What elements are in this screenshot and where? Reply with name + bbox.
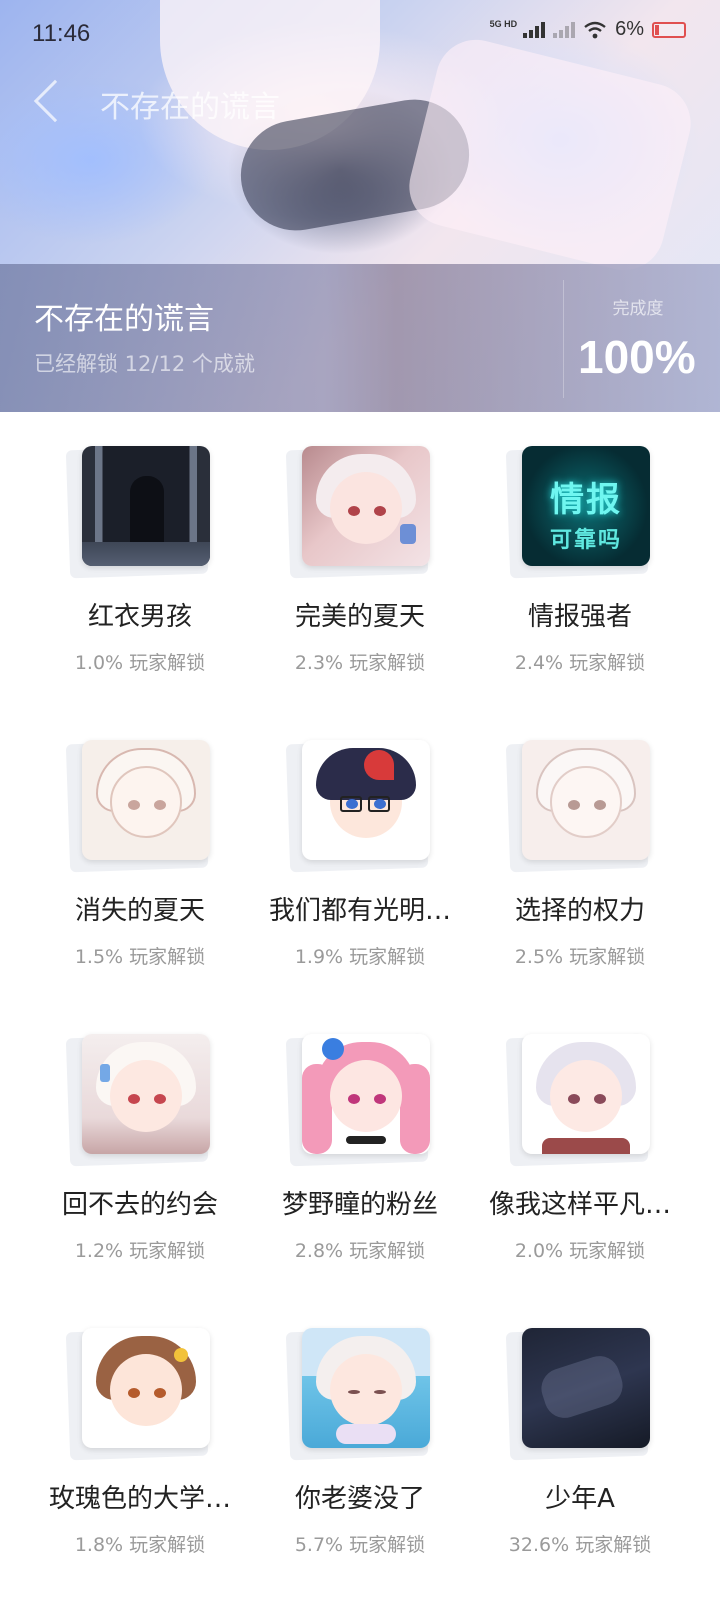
status-icons: 5G HD 6%: [490, 18, 686, 41]
battery-icon: [652, 21, 686, 38]
achievement-thumbnail: [505, 739, 660, 873]
achievement-name: 玫瑰色的大学…: [48, 1484, 231, 1514]
achievement-card[interactable]: 梦野瞳的粉丝 2.8% 玩家解锁: [250, 1000, 470, 1290]
achievement-unlock-rate: 5.7% 玩家解锁: [294, 1534, 426, 1556]
achievement-name: 我们都有光明…: [268, 896, 451, 926]
back-arrow-icon[interactable]: [33, 79, 77, 123]
achievement-unlock-rate: 1.2% 玩家解锁: [74, 1240, 206, 1262]
achievement-card[interactable]: 情报 可靠吗 情报强者 2.4% 玩家解锁: [470, 412, 690, 702]
achievement-unlock-rate: 2.8% 玩家解锁: [294, 1240, 426, 1262]
dark-window-ghost-icon: [82, 446, 210, 566]
achievement-name: 像我这样平凡…: [488, 1190, 671, 1220]
achievement-thumbnail: [505, 1033, 660, 1167]
achievement-card[interactable]: 完美的夏天 2.3% 玩家解锁: [250, 412, 470, 702]
achievement-name: 选择的权力: [514, 896, 645, 926]
brown-hair-girl-icon: [82, 1328, 210, 1448]
achievement-unlock-rate: 2.0% 玩家解锁: [514, 1240, 646, 1262]
divider: [563, 280, 564, 398]
achievement-thumbnail: [285, 445, 440, 579]
achievement-thumbnail: 情报 可靠吗: [505, 445, 660, 579]
status-time: 11:46: [32, 20, 91, 47]
unlock-count-text: 已经解锁 12/12 个成就: [34, 352, 255, 376]
achievement-thumbnail: [285, 1033, 440, 1167]
achievement-unlock-rate: 32.6% 玩家解锁: [508, 1534, 652, 1556]
pool-girl-icon: [302, 1328, 430, 1448]
achievement-card[interactable]: 你老婆没了 5.7% 玩家解锁: [250, 1294, 470, 1584]
silver-hair-girl-icon: [522, 1034, 650, 1154]
nav-title: 不存在的谎言: [100, 90, 280, 125]
dark-scene-icon: [522, 1328, 650, 1448]
achievement-card[interactable]: 回不去的约会 1.2% 玩家解锁: [30, 1000, 250, 1290]
achievement-name: 你老婆没了: [294, 1484, 425, 1514]
achievement-thumbnail: [285, 739, 440, 873]
achievement-name: 少年A: [545, 1484, 615, 1514]
achievement-name: 梦野瞳的粉丝: [281, 1190, 438, 1220]
achievement-unlock-rate: 1.8% 玩家解锁: [74, 1534, 206, 1556]
network-type-label: 5G HD: [489, 18, 518, 29]
intel-text-icon: 情报 可靠吗: [522, 446, 650, 566]
achievement-card[interactable]: 选择的权力 2.5% 玩家解锁: [470, 706, 690, 996]
achievement-name: 红衣男孩: [87, 602, 192, 632]
achievement-name: 消失的夏天: [74, 896, 205, 926]
top-nav: 不存在的谎言: [0, 72, 720, 132]
achievement-grid: 红衣男孩 1.0% 玩家解锁 完美的夏天 2.3% 玩家解锁 情报 可靠吗 情报…: [0, 412, 720, 1600]
achievement-name: 完美的夏天: [294, 602, 425, 632]
achievement-unlock-rate: 2.4% 玩家解锁: [514, 652, 646, 674]
sketch-girl-icon: [82, 740, 210, 860]
achievement-card[interactable]: 玫瑰色的大学… 1.8% 玩家解锁: [30, 1294, 250, 1584]
achievement-card[interactable]: 少年A 32.6% 玩家解锁: [470, 1294, 690, 1584]
signal-2-icon: [553, 21, 576, 38]
achievement-card[interactable]: 我们都有光明… 1.9% 玩家解锁: [250, 706, 470, 996]
achievement-card[interactable]: 像我这样平凡… 2.0% 玩家解锁: [470, 1000, 690, 1290]
achievement-card[interactable]: 消失的夏天 1.5% 玩家解锁: [30, 706, 250, 996]
achievement-unlock-rate: 1.5% 玩家解锁: [74, 946, 206, 968]
achievement-name: 回不去的约会: [61, 1190, 218, 1220]
achievement-unlock-rate: 2.3% 玩家解锁: [294, 652, 426, 674]
game-hero-banner: 11:46 5G HD 6% 不存在的谎言 不存在的谎言 已经解锁 12/12 …: [0, 0, 720, 412]
status-bar: 11:46 5G HD 6%: [0, 0, 720, 72]
achievement-unlock-rate: 2.5% 玩家解锁: [514, 946, 646, 968]
achievement-summary-panel: 不存在的谎言 已经解锁 12/12 个成就 完成度 100%: [0, 264, 720, 412]
achievement-card[interactable]: 红衣男孩 1.0% 玩家解锁: [30, 412, 250, 702]
white-hair-girl-icon: [302, 446, 430, 566]
signal-icon: [523, 21, 546, 38]
completion-label: 完成度: [612, 299, 664, 319]
achievement-thumbnail: [65, 739, 220, 873]
achievement-unlock-rate: 1.9% 玩家解锁: [294, 946, 426, 968]
wifi-icon: [584, 21, 606, 38]
sketch-girl-2-icon: [522, 740, 650, 860]
achievement-name: 情报强者: [527, 602, 632, 632]
achievement-thumbnail: [285, 1327, 440, 1461]
battery-percent: 6%: [615, 18, 644, 40]
achievement-thumbnail: [65, 445, 220, 579]
pink-hair-girl-icon: [302, 1034, 430, 1154]
game-title: 不存在的谎言: [34, 302, 214, 337]
glasses-boy-icon: [302, 740, 430, 860]
white-hair-girl-2-icon: [82, 1034, 210, 1154]
achievement-thumbnail: [65, 1033, 220, 1167]
achievement-thumbnail: [65, 1327, 220, 1461]
completion-value: 100%: [578, 331, 696, 383]
achievement-thumbnail: [505, 1327, 660, 1461]
achievement-unlock-rate: 1.0% 玩家解锁: [74, 652, 206, 674]
